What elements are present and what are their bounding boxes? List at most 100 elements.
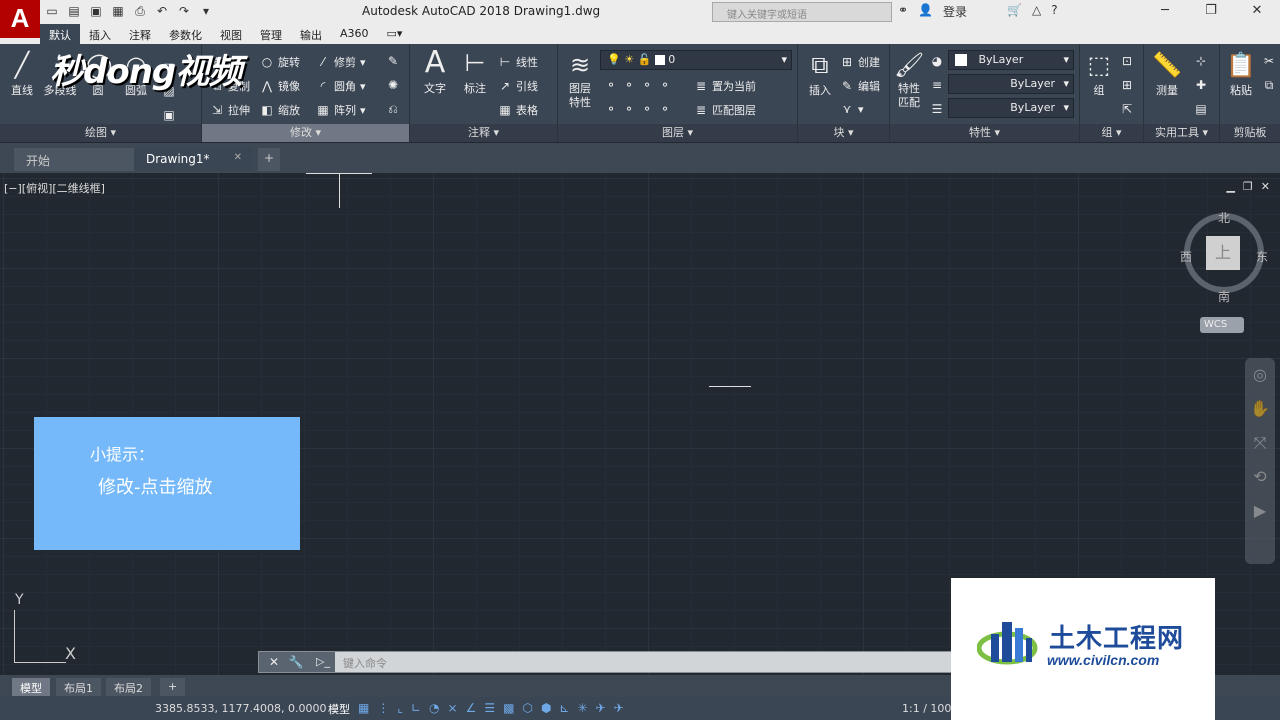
- paste-button[interactable]: 📋 粘贴: [1224, 50, 1258, 98]
- tab-view[interactable]: 视图: [211, 24, 251, 44]
- group-button[interactable]: ⬚ 组: [1082, 50, 1116, 98]
- tab-layout2[interactable]: 布局2: [106, 678, 151, 696]
- tab-default[interactable]: 默认: [40, 24, 80, 44]
- search-input[interactable]: 键入关键字或短语: [712, 2, 892, 22]
- wcs-menu[interactable]: WCS: [1200, 317, 1244, 333]
- save-as-icon[interactable]: ▦: [110, 3, 126, 19]
- viewcube[interactable]: 上 北 南 东 西: [1180, 205, 1270, 305]
- showmotion-icon[interactable]: ▶: [1245, 494, 1275, 528]
- layer-thaw-icon[interactable]: ⚬: [640, 102, 654, 116]
- otrack-icon[interactable]: ∠: [466, 701, 477, 715]
- clipboard-panel-title[interactable]: 剪贴板: [1220, 124, 1280, 142]
- copy-clip-icon[interactable]: ⧉: [1262, 78, 1276, 92]
- lineweight-toggle-icon[interactable]: ☰: [484, 701, 495, 715]
- fillet-dropdown-icon[interactable]: ▾: [360, 80, 366, 93]
- layer-lock-icon[interactable]: ⚬: [658, 78, 672, 92]
- annotation-visibility-icon[interactable]: ✈: [596, 701, 606, 715]
- grid-icon[interactable]: ▦: [358, 701, 369, 715]
- tab-manage[interactable]: 管理: [251, 24, 291, 44]
- select-all-icon[interactable]: ⊹: [1194, 54, 1208, 68]
- stretch-button[interactable]: ⇲ 拉伸: [210, 102, 250, 118]
- open-file-icon[interactable]: ▤: [66, 3, 82, 19]
- tab-start[interactable]: 开始: [14, 148, 134, 171]
- steering-wheel-icon[interactable]: ◎: [1245, 358, 1275, 392]
- offset-icon[interactable]: ⎌: [386, 102, 400, 116]
- layer-on-icon[interactable]: ⚬: [604, 102, 618, 116]
- selection-cycling-icon[interactable]: ⬡: [522, 701, 532, 715]
- user-icon[interactable]: 👤: [918, 3, 933, 20]
- new-file-icon[interactable]: ▭: [44, 3, 60, 19]
- scale-button[interactable]: ◧ 缩放: [260, 102, 300, 118]
- login-link[interactable]: 登录: [943, 3, 967, 20]
- close-command-icon[interactable]: ✕: [269, 655, 279, 669]
- viewport-close-icon[interactable]: ✕: [1261, 180, 1270, 193]
- draw-panel-title[interactable]: 绘图 ▾: [0, 124, 201, 142]
- layer-freeze-icon[interactable]: ⚬: [640, 78, 654, 92]
- close-tab-icon[interactable]: ✕: [234, 152, 242, 163]
- cart-icon[interactable]: 🛒: [1007, 3, 1022, 20]
- trim-button[interactable]: ⁄ 修剪 ▾: [316, 54, 366, 70]
- pan-icon[interactable]: ✋: [1245, 392, 1275, 426]
- add-layout-button[interactable]: +: [160, 678, 186, 696]
- tab-more-icon[interactable]: ▭▾: [377, 24, 412, 44]
- match-layer-button[interactable]: ≣ 匹配图层: [694, 102, 756, 118]
- make-current-button[interactable]: ≣ 置为当前: [694, 78, 756, 94]
- dimension-button[interactable]: ⊢ 标注: [458, 48, 492, 96]
- explode-icon[interactable]: ✺: [386, 78, 400, 92]
- tab-a360[interactable]: A360: [331, 24, 378, 44]
- edit-block-button[interactable]: ✎ 编辑: [840, 78, 880, 94]
- lineweight-dropdown[interactable]: ByLayer ▾: [948, 98, 1074, 118]
- layer-unlock-icon[interactable]: ⚬: [658, 102, 672, 116]
- tab-output[interactable]: 输出: [291, 24, 331, 44]
- new-tab-button[interactable]: +: [258, 148, 280, 171]
- region-icon[interactable]: ▣: [162, 108, 176, 122]
- block-attributes-icon[interactable]: ⋎ ▾: [840, 102, 864, 116]
- array-dropdown-icon[interactable]: ▾: [360, 104, 366, 117]
- color-dropdown[interactable]: ByLayer ▾: [948, 50, 1074, 70]
- layer-unisolate-icon[interactable]: ⚬: [622, 102, 636, 116]
- match-properties-button[interactable]: 🖌 特性 匹配: [892, 50, 926, 110]
- command-prompt-icon[interactable]: ▷_: [311, 652, 335, 672]
- compass-north[interactable]: 北: [1218, 209, 1230, 226]
- measure-button[interactable]: 📏 测量: [1148, 50, 1186, 98]
- layer-isolate-icon[interactable]: ⚬: [622, 78, 636, 92]
- tab-annotate[interactable]: 注释: [120, 24, 160, 44]
- tab-model[interactable]: 模型: [12, 678, 50, 696]
- close-icon[interactable]: ✕: [1234, 0, 1280, 24]
- compass-east[interactable]: 东: [1256, 248, 1268, 265]
- color-wheel-icon[interactable]: ◕: [930, 54, 944, 68]
- array-button[interactable]: ▦ 阵列 ▾: [316, 102, 366, 118]
- dynamic-ucs-icon[interactable]: ⊾: [559, 701, 569, 715]
- command-input[interactable]: 键入命令: [343, 655, 387, 671]
- snap-icon[interactable]: ⋮: [377, 701, 389, 715]
- layer-off-icon[interactable]: ⚬: [604, 78, 618, 92]
- viewport-restore-icon[interactable]: ❐: [1243, 180, 1253, 193]
- ungroup-icon[interactable]: ⊡: [1120, 54, 1134, 68]
- cut-icon[interactable]: ✂: [1262, 54, 1276, 68]
- leader-button[interactable]: ↗ 引线: [498, 78, 538, 94]
- viewcube-top-face[interactable]: 上: [1206, 236, 1240, 270]
- coordinates-readout[interactable]: 3385.8533, 1177.4008, 0.0000: [155, 702, 326, 715]
- table-button[interactable]: ▦ 表格: [498, 102, 538, 118]
- layer-dropdown[interactable]: 💡 ☀ 🔓 0 ▾: [600, 50, 792, 70]
- save-icon[interactable]: ▣: [88, 3, 104, 19]
- create-block-button[interactable]: ⊞ 创建: [840, 54, 880, 70]
- mirror-button[interactable]: ⋀ 镜像: [260, 78, 300, 94]
- transparency-icon[interactable]: ▩: [503, 701, 514, 715]
- application-menu-button[interactable]: A: [0, 0, 40, 38]
- a360-icon[interactable]: △: [1032, 3, 1041, 20]
- customize-command-icon[interactable]: 🔧: [289, 655, 304, 669]
- properties-panel-title[interactable]: 特性 ▾: [890, 124, 1079, 142]
- fillet-button[interactable]: ◜ 圆角 ▾: [316, 78, 366, 94]
- annotation-panel-title[interactable]: 注释 ▾: [410, 124, 557, 142]
- model-space-button[interactable]: 模型: [328, 701, 350, 717]
- modify-panel-title[interactable]: 修改 ▾: [202, 124, 409, 142]
- orbit-icon[interactable]: ⟲: [1245, 460, 1275, 494]
- compass-west[interactable]: 西: [1180, 248, 1192, 265]
- viewport-label[interactable]: [−][俯视][二维线框]: [4, 180, 105, 196]
- text-button[interactable]: A 文字: [418, 48, 452, 96]
- minimize-icon[interactable]: ─: [1142, 0, 1188, 24]
- customize-dropdown-icon[interactable]: ▾: [198, 3, 214, 19]
- group-select-icon[interactable]: ⇱: [1120, 102, 1134, 116]
- utilities-panel-title[interactable]: 实用工具 ▾: [1144, 124, 1219, 142]
